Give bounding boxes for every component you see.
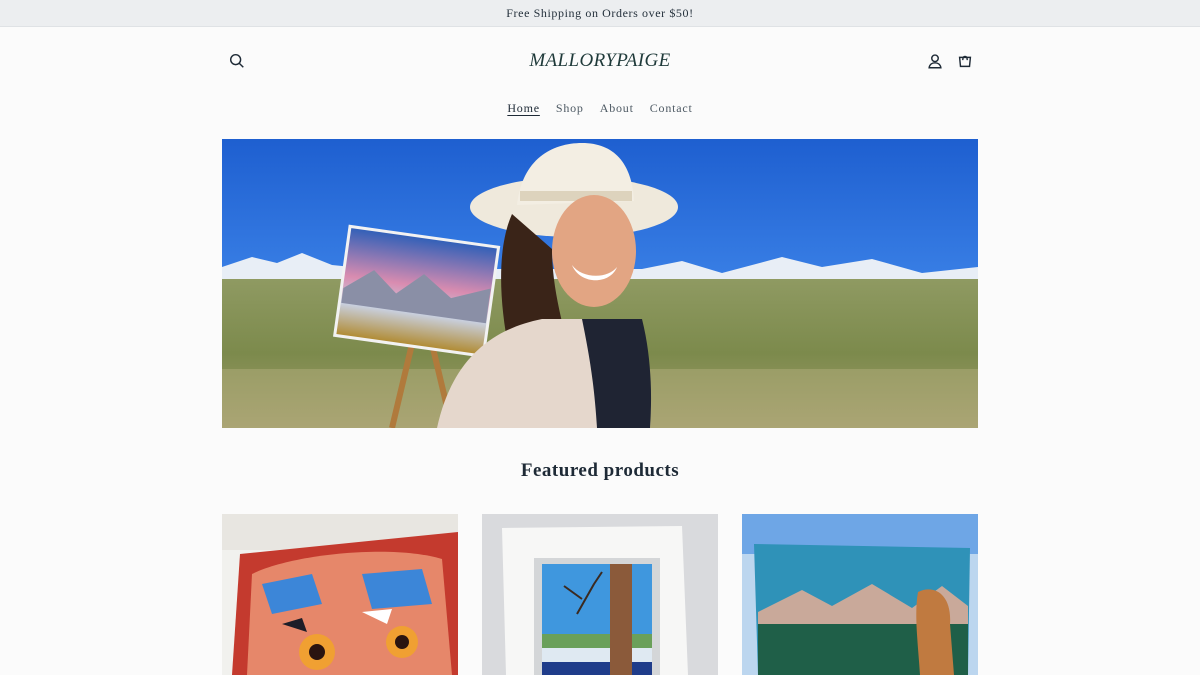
featured-products-title: Featured products	[520, 460, 680, 481]
announcement-text: Free Shipping on Orders over $50!	[506, 5, 694, 20]
hero-image	[222, 139, 978, 428]
nav-item-about[interactable]: About	[592, 101, 642, 116]
account-icon[interactable]	[921, 47, 949, 75]
product-grid	[222, 514, 978, 675]
cart-icon[interactable]	[951, 47, 979, 75]
nav-item-shop[interactable]: Shop	[548, 101, 592, 116]
logo-text: MALLORYPAIGE	[529, 50, 671, 71]
product-card-owl[interactable]	[222, 514, 458, 675]
product-card-mountains[interactable]	[742, 514, 978, 675]
nav-item-contact[interactable]: Contact	[642, 101, 701, 116]
main-nav: Home Shop About Contact	[0, 101, 1200, 116]
product-card-birch[interactable]	[482, 514, 718, 675]
search-icon[interactable]	[223, 47, 251, 75]
nav-item-home[interactable]: Home	[499, 101, 548, 116]
logo[interactable]: MALLORYPAIGE	[500, 46, 700, 76]
announcement-bar: Free Shipping on Orders over $50!	[0, 0, 1200, 27]
site-header: MALLORYPAIGE Home Shop About Contact	[0, 28, 1200, 138]
